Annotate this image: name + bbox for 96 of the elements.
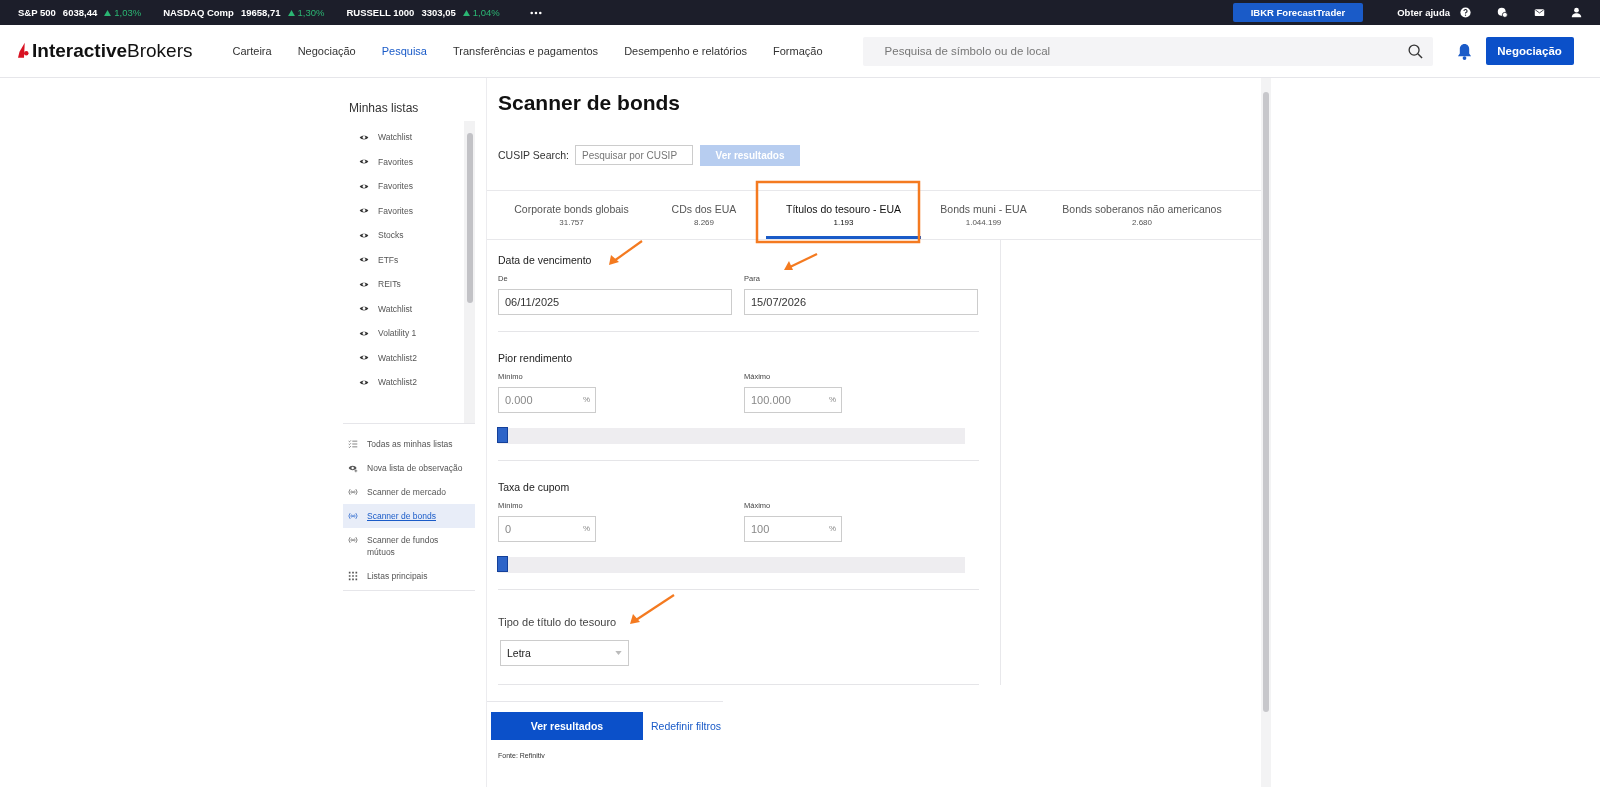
sidebar-link[interactable]: Nova lista de observação <box>343 456 475 480</box>
eye-icon <box>359 329 369 337</box>
section-title: Tipo de título do tesouro <box>498 616 618 628</box>
watchlist-item[interactable]: Favorites <box>343 149 464 174</box>
flame-icon <box>18 42 30 60</box>
bond-type-tab[interactable]: Corporate bonds globais 31.757 <box>497 191 646 239</box>
bond-type-tab[interactable]: Títulos do tesouro - EUA 1.193 <box>766 191 921 239</box>
watchlist-item[interactable]: Volatility 1 <box>343 321 464 346</box>
eye-icon <box>359 378 369 386</box>
user-icon[interactable] <box>1571 7 1582 18</box>
forecasttrader-button[interactable]: IBKR ForecastTrader <box>1232 3 1364 22</box>
mail-icon[interactable] <box>1534 7 1545 18</box>
date-field[interactable]: 15/07/2026 <box>744 289 978 315</box>
signal-icon <box>348 511 358 521</box>
index-value: 3303,05 <box>421 7 456 18</box>
eye-icon <box>359 354 369 362</box>
sidebar-link[interactable]: Scanner de fundos mútuos <box>343 528 475 564</box>
nav-link[interactable]: Formação <box>773 45 823 57</box>
trade-button[interactable]: Negociação <box>1485 37 1574 65</box>
watchlist-item[interactable]: Watchlist2 <box>343 370 464 395</box>
caret-icon <box>615 651 622 655</box>
index-name: S&P 500 <box>18 7 56 18</box>
bell-icon[interactable] <box>1456 42 1472 60</box>
annotation-arrow <box>630 594 675 624</box>
nav-link[interactable]: Negociação <box>297 45 356 57</box>
search-icon[interactable] <box>1407 43 1423 59</box>
watchlist-item[interactable]: Favorites <box>343 174 464 199</box>
annotation-arrow <box>784 253 818 270</box>
watchlist-item[interactable]: REITs <box>343 272 464 297</box>
sidebar-link[interactable]: Scanner de bonds <box>343 504 475 528</box>
annotation-arrow <box>609 240 643 265</box>
sidebar-link[interactable]: Listas principais <box>343 564 475 588</box>
help-icon[interactable] <box>1460 7 1471 18</box>
index-name: RUSSELL 1000 <box>346 7 415 18</box>
percent-unit: % <box>582 524 590 533</box>
treasury-type-dropdown[interactable]: Letra <box>500 640 629 666</box>
section-title: Taxa de cupom <box>498 481 570 493</box>
nav-link[interactable]: Pesquisa <box>381 45 427 57</box>
eye-icon <box>359 280 369 288</box>
eye-icon <box>359 207 369 215</box>
signal-icon <box>348 487 358 497</box>
section-title: Pior rendimento <box>498 352 573 364</box>
index-value: 6038,44 <box>62 7 98 18</box>
watchlist-item[interactable]: Favorites <box>343 198 464 223</box>
triangle-icon <box>104 9 112 16</box>
nav-link[interactable]: Desempenho e relatórios <box>624 45 748 57</box>
signal-icon <box>348 535 358 545</box>
index-change: 1,03% <box>104 7 142 18</box>
index-name: NASDAQ Comp <box>163 7 234 18</box>
sidebar-title: Minhas listas <box>348 101 420 117</box>
watchlist-item[interactable]: ETFs <box>343 247 464 272</box>
slider-handle[interactable] <box>497 427 508 443</box>
eye-icon <box>359 256 369 264</box>
brand-logo[interactable]: InteractiveBrokers <box>18 40 193 62</box>
cusip-label: CUSIP Search: <box>498 149 569 161</box>
scrollbar[interactable] <box>1261 78 1271 787</box>
sidebar-link[interactable]: Todas as minhas listas <box>343 432 475 456</box>
help-link[interactable]: Obter ajuda <box>1397 7 1450 18</box>
index-change: 1,04% <box>462 7 500 18</box>
page-title: Scanner de bonds <box>498 90 682 116</box>
percent-unit: % <box>828 524 836 533</box>
checklist-icon <box>348 439 358 449</box>
percent-unit: % <box>582 395 590 404</box>
slider-handle[interactable] <box>497 556 508 572</box>
nav-link[interactable]: Carteira <box>232 45 272 57</box>
watchlist-item[interactable]: Watchlist2 <box>343 345 464 370</box>
more-icon[interactable] <box>529 10 542 15</box>
results-button[interactable]: Ver resultados <box>491 712 643 740</box>
reset-filters-link[interactable]: Redefinir filtros <box>651 720 722 732</box>
section-title: Data de vencimento <box>498 254 592 266</box>
nav-link[interactable]: Transferências e pagamentos <box>453 45 599 57</box>
eye-plus-icon <box>348 463 358 473</box>
range-slider[interactable] <box>498 557 965 573</box>
grid-icon <box>348 571 358 581</box>
watchlist-item[interactable]: Watchlist <box>343 125 464 150</box>
eye-icon <box>359 133 369 141</box>
scrollbar[interactable] <box>464 121 475 423</box>
range-slider[interactable] <box>498 428 965 444</box>
bond-type-tab[interactable]: CDs dos EUA 8.269 <box>646 191 762 239</box>
eye-icon <box>359 305 369 313</box>
watchlist-item[interactable]: Watchlist <box>343 296 464 321</box>
bond-type-tab[interactable]: Bonds soberanos não americanos 2.680 <box>1042 191 1242 239</box>
sidebar-link[interactable]: Scanner de mercado <box>343 480 475 504</box>
index-change: 1,30% <box>287 7 325 18</box>
triangle-icon <box>287 9 295 16</box>
triangle-icon <box>462 9 470 16</box>
date-field[interactable]: 06/11/2025 <box>498 289 732 315</box>
percent-unit: % <box>828 395 836 404</box>
watchlist-item[interactable]: Stocks <box>343 223 464 248</box>
index-value: 19658,71 <box>240 7 281 18</box>
bond-type-tab[interactable]: Bonds muni - EUA 1.044.199 <box>925 191 1042 239</box>
eye-icon <box>359 231 369 239</box>
eye-icon <box>359 158 369 166</box>
chat-icon[interactable] <box>1497 7 1508 18</box>
eye-icon <box>359 182 369 190</box>
search-field[interactable]: Pesquisa de símbolo ou de local <box>862 36 1433 66</box>
